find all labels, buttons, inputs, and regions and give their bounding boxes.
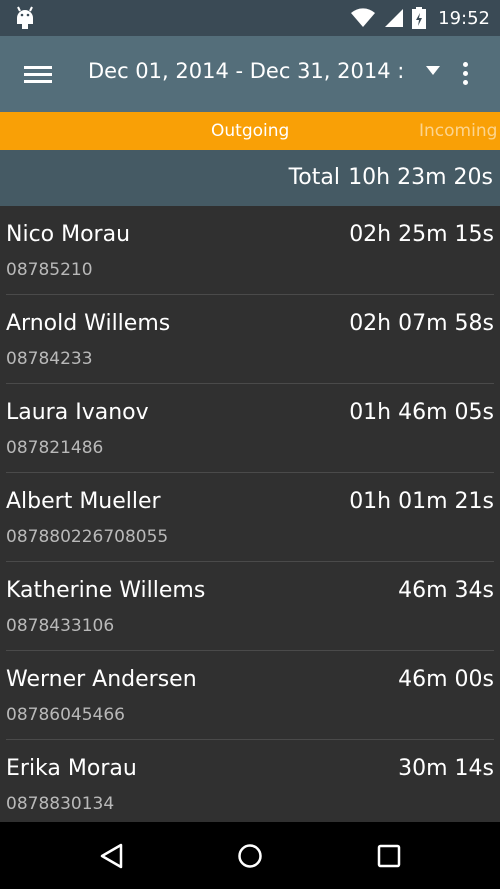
overflow-menu-icon[interactable]: [455, 61, 477, 89]
date-range-selector[interactable]: Dec 01, 2014 - Dec 31, 2014 : Pr..: [88, 59, 410, 83]
list-item[interactable]: Erika Morau 0878830134 30m 14s: [6, 740, 494, 822]
dropdown-arrow-icon[interactable]: [426, 66, 440, 75]
call-duration: 01h 01m 21s: [349, 489, 494, 514]
contact-name: Laura Ivanov: [6, 400, 149, 425]
contact-number: 0878830134: [6, 794, 115, 814]
contact-name: Werner Andersen: [6, 667, 197, 692]
list-item[interactable]: Werner Andersen 08786045466 46m 00s: [6, 651, 494, 740]
call-duration: 46m 34s: [398, 578, 494, 603]
contact-number: 08784233: [6, 349, 93, 369]
android-icon: [17, 6, 33, 29]
contact-number: 0878433106: [6, 616, 115, 636]
contact-number: 08785210: [6, 260, 93, 280]
contact-name: Erika Morau: [6, 756, 137, 781]
contact-name: Katherine Willems: [6, 578, 206, 603]
total-label: Total: [288, 165, 340, 190]
contact-name: Arnold Willems: [6, 311, 171, 336]
contact-number: 087821486: [6, 438, 104, 458]
contact-number: 087880226708055: [6, 527, 169, 547]
call-duration: 02h 07m 58s: [349, 311, 494, 336]
total-value: 10h 23m 20s: [348, 165, 493, 190]
menu-icon[interactable]: [18, 60, 58, 90]
call-duration: 02h 25m 15s: [349, 222, 494, 247]
recent-apps-icon[interactable]: [373, 840, 405, 872]
list-item[interactable]: Arnold Willems 08784233 02h 07m 58s: [6, 295, 494, 384]
contact-name: Nico Morau: [6, 222, 131, 247]
signal-icon: [385, 9, 404, 27]
contact-list[interactable]: Nico Morau 08785210 02h 25m 15s Arnold W…: [0, 206, 500, 822]
list-item[interactable]: Katherine Willems 0878433106 46m 34s: [6, 562, 494, 651]
navigation-bar: [0, 822, 500, 889]
status-time: 19:52: [438, 7, 490, 29]
contact-number: 08786045466: [6, 705, 125, 725]
call-duration: 46m 00s: [398, 667, 494, 692]
back-icon[interactable]: [96, 840, 128, 872]
list-item[interactable]: Albert Mueller 087880226708055 01h 01m 2…: [6, 473, 494, 562]
tab-incoming[interactable]: Incoming: [419, 121, 497, 141]
list-item[interactable]: Laura Ivanov 087821486 01h 46m 05s: [6, 384, 494, 473]
call-duration: 01h 46m 05s: [349, 400, 494, 425]
wifi-icon: [351, 8, 376, 27]
battery-icon: [412, 7, 427, 29]
app-bar: Dec 01, 2014 - Dec 31, 2014 : Pr..: [0, 36, 500, 112]
home-icon[interactable]: [234, 840, 266, 872]
total-bar: Total 10h 23m 20s: [0, 150, 500, 206]
contact-name: Albert Mueller: [6, 489, 161, 514]
call-duration: 30m 14s: [398, 756, 494, 781]
status-bar: 19:52: [0, 0, 500, 36]
tab-outgoing[interactable]: Outgoing: [211, 121, 289, 141]
list-item[interactable]: Nico Morau 08785210 02h 25m 15s: [6, 206, 494, 295]
tab-bar: Outgoing Incoming: [0, 112, 500, 150]
